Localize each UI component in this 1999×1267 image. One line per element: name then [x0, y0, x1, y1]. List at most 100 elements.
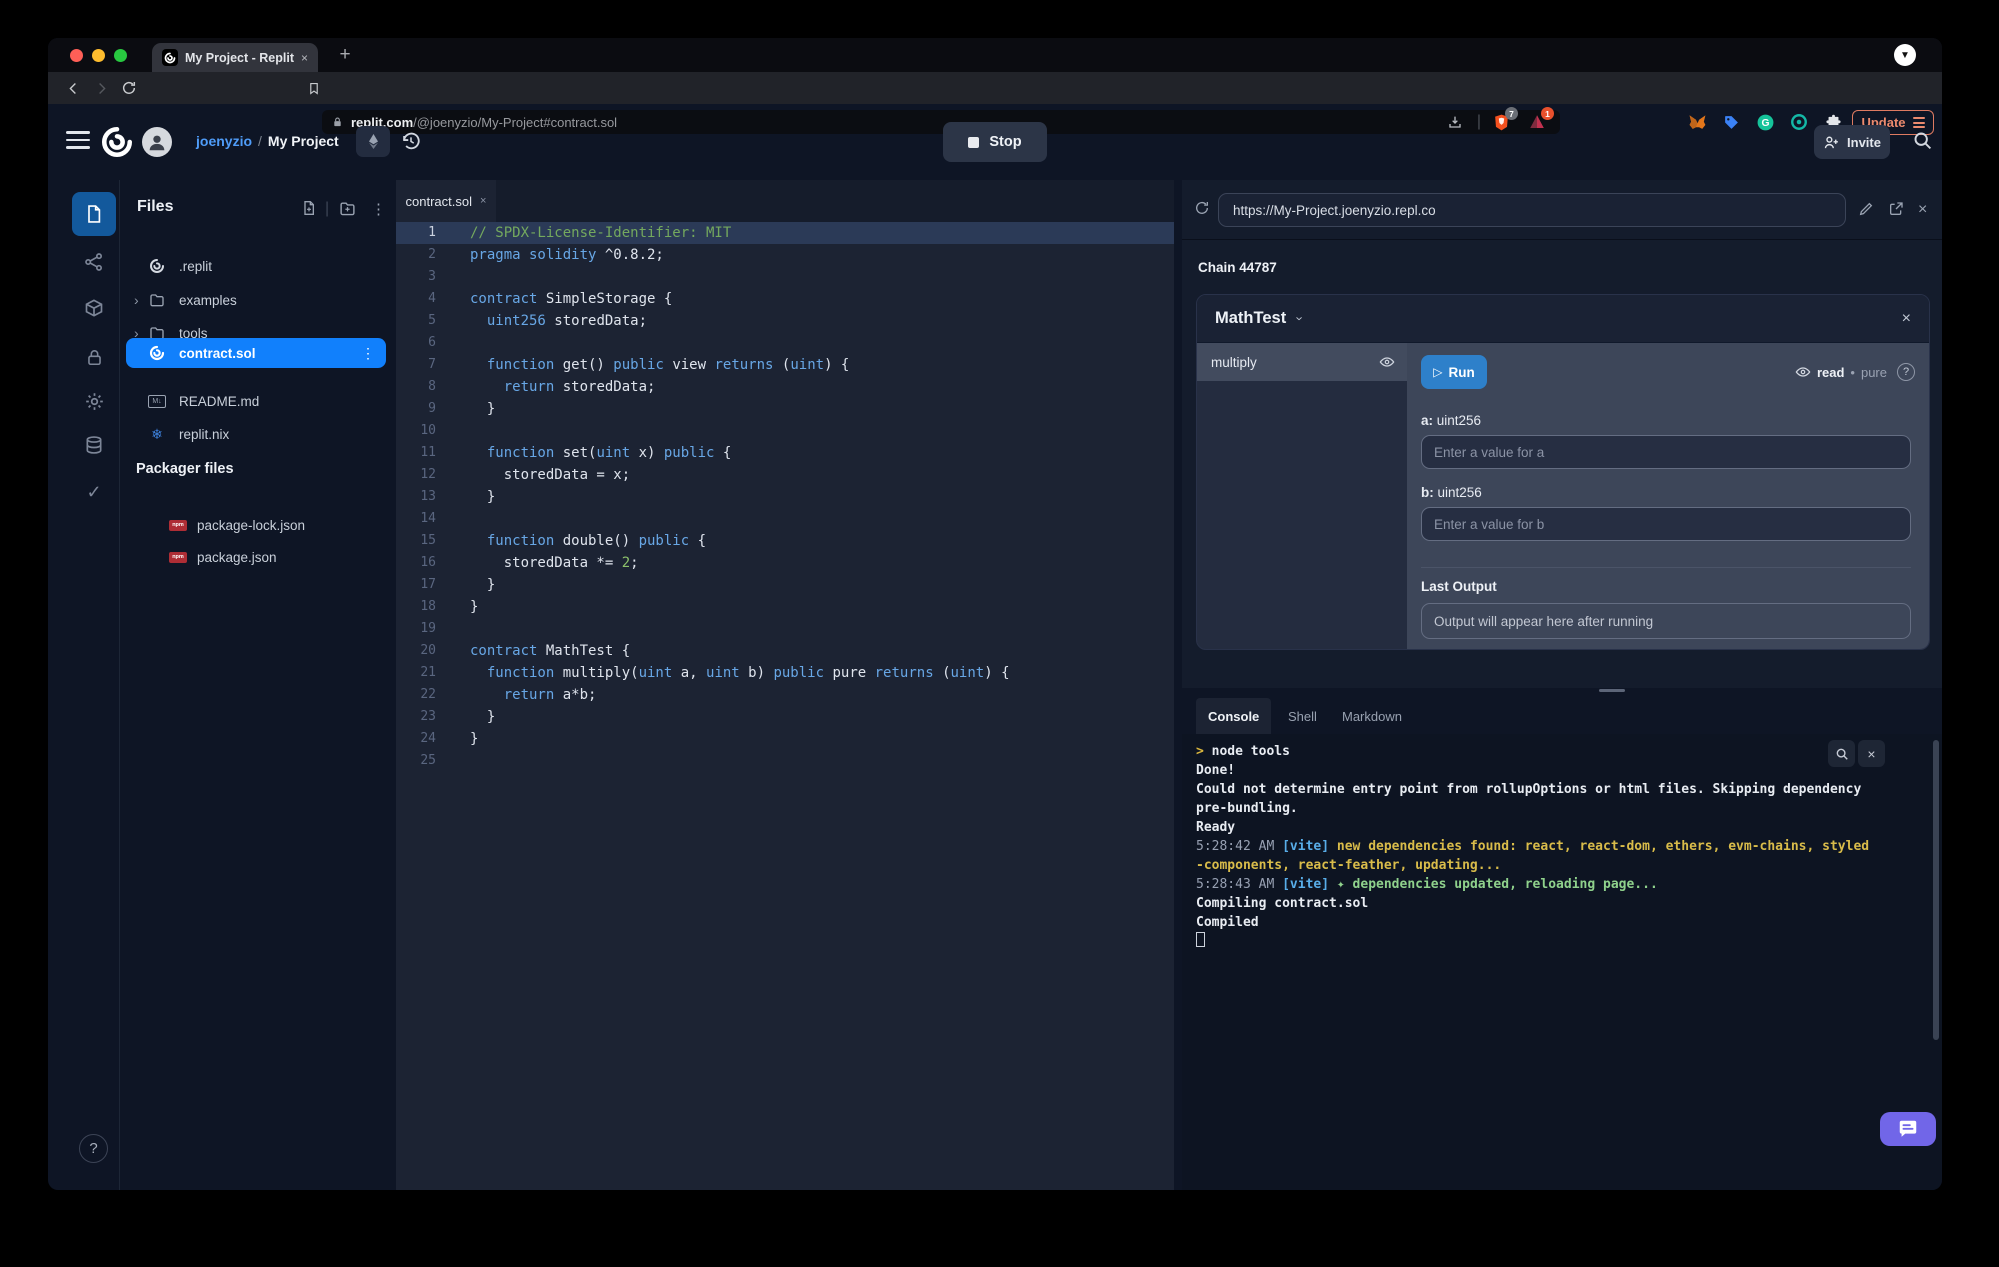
- param-a-input[interactable]: [1421, 435, 1911, 469]
- code-line[interactable]: 19: [396, 618, 1174, 640]
- code-line[interactable]: 25: [396, 750, 1174, 772]
- traffic-minimize-button[interactable]: [92, 49, 105, 62]
- code-line[interactable]: 7 function get() public view returns (ui…: [396, 354, 1174, 376]
- panel-resize-handle[interactable]: [1599, 689, 1625, 692]
- rail-secrets-lock-icon[interactable]: [83, 346, 105, 368]
- contract-close-icon[interactable]: ×: [1902, 310, 1911, 328]
- code-line[interactable]: 15 function double() public {: [396, 530, 1174, 552]
- editor-tab-contract-sol[interactable]: contract.sol ×: [396, 180, 496, 222]
- rail-database-icon[interactable]: [83, 434, 105, 456]
- history-icon[interactable]: [400, 130, 422, 152]
- webview-refresh-icon[interactable]: [1194, 200, 1210, 216]
- hamburger-menu-icon[interactable]: [66, 131, 90, 149]
- code-line[interactable]: 6: [396, 332, 1174, 354]
- replit-header: joenyzio / My Project Stop Invite: [48, 104, 1942, 180]
- breadcrumb-project[interactable]: My Project: [268, 133, 339, 149]
- run-play-icon: ▷: [1433, 365, 1443, 379]
- console-clear-icon[interactable]: ×: [1858, 740, 1885, 767]
- npm-file-icon: npm: [169, 548, 187, 566]
- file-item-replit-nix[interactable]: ❄ replit.nix: [121, 419, 395, 449]
- code-line[interactable]: 9 }: [396, 398, 1174, 420]
- code-line[interactable]: 14: [396, 508, 1174, 530]
- new-tab-button[interactable]: +: [332, 44, 358, 66]
- breadcrumb-username[interactable]: joenyzio: [196, 133, 252, 149]
- console-line: Ready: [1196, 820, 1236, 835]
- help-button[interactable]: ?: [79, 1134, 108, 1163]
- rail-settings-gear-icon[interactable]: [83, 390, 105, 412]
- stop-button[interactable]: Stop: [943, 122, 1047, 162]
- console-line: Done!: [1196, 763, 1236, 778]
- file-kebab-icon[interactable]: ⋮: [361, 345, 375, 362]
- forward-icon[interactable]: [90, 77, 112, 99]
- code-line[interactable]: 4 contract SimpleStorage {: [396, 288, 1174, 310]
- search-icon[interactable]: [1912, 130, 1933, 151]
- code-line[interactable]: 1// SPDX-License-Identifier: MIT: [396, 222, 1174, 244]
- tab-shell[interactable]: Shell: [1276, 698, 1329, 734]
- back-icon[interactable]: [62, 77, 84, 99]
- code-line[interactable]: 13 }: [396, 486, 1174, 508]
- console-search-icon[interactable]: [1828, 740, 1855, 767]
- rail-files-item[interactable]: [72, 192, 116, 236]
- tab-close-icon[interactable]: ×: [301, 51, 308, 65]
- open-in-new-tab-icon[interactable]: [1888, 201, 1904, 217]
- traffic-zoom-button[interactable]: [114, 49, 127, 62]
- rail-packages-icon[interactable]: [83, 297, 105, 319]
- webview-url-input[interactable]: https://My-Project.joenyzio.repl.co: [1218, 193, 1846, 227]
- code-line[interactable]: 22 return a*b;: [396, 684, 1174, 706]
- code-line[interactable]: 20 contract MathTest {: [396, 640, 1174, 662]
- ethereum-badge[interactable]: [356, 126, 390, 157]
- webview-edit-pencil-icon[interactable]: [1858, 201, 1874, 217]
- file-item-replit[interactable]: .replit: [121, 251, 395, 281]
- code-line[interactable]: 21 function multiply(uint a, uint b) pub…: [396, 662, 1174, 684]
- file-item-package-json[interactable]: npm package.json: [121, 542, 395, 572]
- files-menu-kebab-icon[interactable]: ⋮: [371, 200, 386, 218]
- file-item-contract-sol-selected[interactable]: contract.sol ⋮: [126, 338, 386, 368]
- new-folder-icon[interactable]: [339, 200, 356, 217]
- code-line[interactable]: 3: [396, 266, 1174, 288]
- param-b-input[interactable]: [1421, 507, 1911, 541]
- contract-card: MathTest › × multiply ▷ Run read • pure …: [1196, 294, 1930, 650]
- new-file-icon[interactable]: [301, 200, 317, 216]
- console-output[interactable]: > node tools Done! Could not determine ent…: [1182, 734, 1942, 1190]
- code-line[interactable]: 17 }: [396, 574, 1174, 596]
- code-line[interactable]: 5 uint256 storedData;: [396, 310, 1174, 332]
- editor-tab-close-icon[interactable]: ×: [480, 195, 486, 207]
- rail-checklist-icon[interactable]: ✓: [83, 481, 105, 503]
- help-circle-icon[interactable]: ?: [1897, 363, 1915, 381]
- file-item-readme[interactable]: M↓ README.md: [121, 386, 395, 416]
- method-item-multiply[interactable]: multiply: [1197, 343, 1407, 381]
- reload-icon[interactable]: [118, 77, 140, 99]
- chevron-down-icon[interactable]: ›: [1293, 316, 1308, 320]
- contract-name[interactable]: MathTest: [1215, 309, 1286, 328]
- console-scrollbar[interactable]: [1933, 740, 1939, 1040]
- download-status-icon[interactable]: ▼: [1894, 44, 1916, 66]
- code-area[interactable]: 1// SPDX-License-Identifier: MIT 2 pragma …: [396, 222, 1174, 772]
- code-line[interactable]: 2 pragma solidity ^0.8.2;: [396, 244, 1174, 266]
- invite-button[interactable]: Invite: [1814, 125, 1890, 159]
- user-avatar[interactable]: [142, 127, 172, 157]
- code-line[interactable]: 18}: [396, 596, 1174, 618]
- file-item-package-lock[interactable]: npm package-lock.json: [121, 510, 395, 540]
- code-line[interactable]: 23 }: [396, 706, 1174, 728]
- browser-tab[interactable]: My Project - Replit ×: [152, 43, 318, 72]
- tab-console[interactable]: Console: [1196, 698, 1272, 734]
- method-list: multiply: [1197, 343, 1407, 649]
- code-line[interactable]: 10: [396, 420, 1174, 442]
- chat-button[interactable]: [1880, 1112, 1936, 1146]
- run-button[interactable]: ▷ Run: [1421, 355, 1487, 389]
- method-label: multiply: [1211, 354, 1257, 370]
- code-line[interactable]: 11 function set(uint x) public {: [396, 442, 1174, 464]
- code-line[interactable]: 12 storedData = x;: [396, 464, 1174, 486]
- tab-markdown[interactable]: Markdown: [1330, 698, 1414, 734]
- replit-logo[interactable]: [100, 125, 134, 159]
- code-line[interactable]: 8 return storedData;: [396, 376, 1174, 398]
- folder-icon: [148, 291, 166, 309]
- code-line[interactable]: 24}: [396, 728, 1174, 750]
- pure-label: pure: [1860, 364, 1887, 380]
- webview-close-icon[interactable]: ×: [1918, 201, 1927, 219]
- bookmark-icon[interactable]: [303, 77, 325, 99]
- traffic-close-button[interactable]: [70, 49, 83, 62]
- rail-version-control-icon[interactable]: [83, 251, 105, 273]
- folder-item-examples[interactable]: › examples: [121, 285, 395, 315]
- code-line[interactable]: 16 storedData *= 2;: [396, 552, 1174, 574]
